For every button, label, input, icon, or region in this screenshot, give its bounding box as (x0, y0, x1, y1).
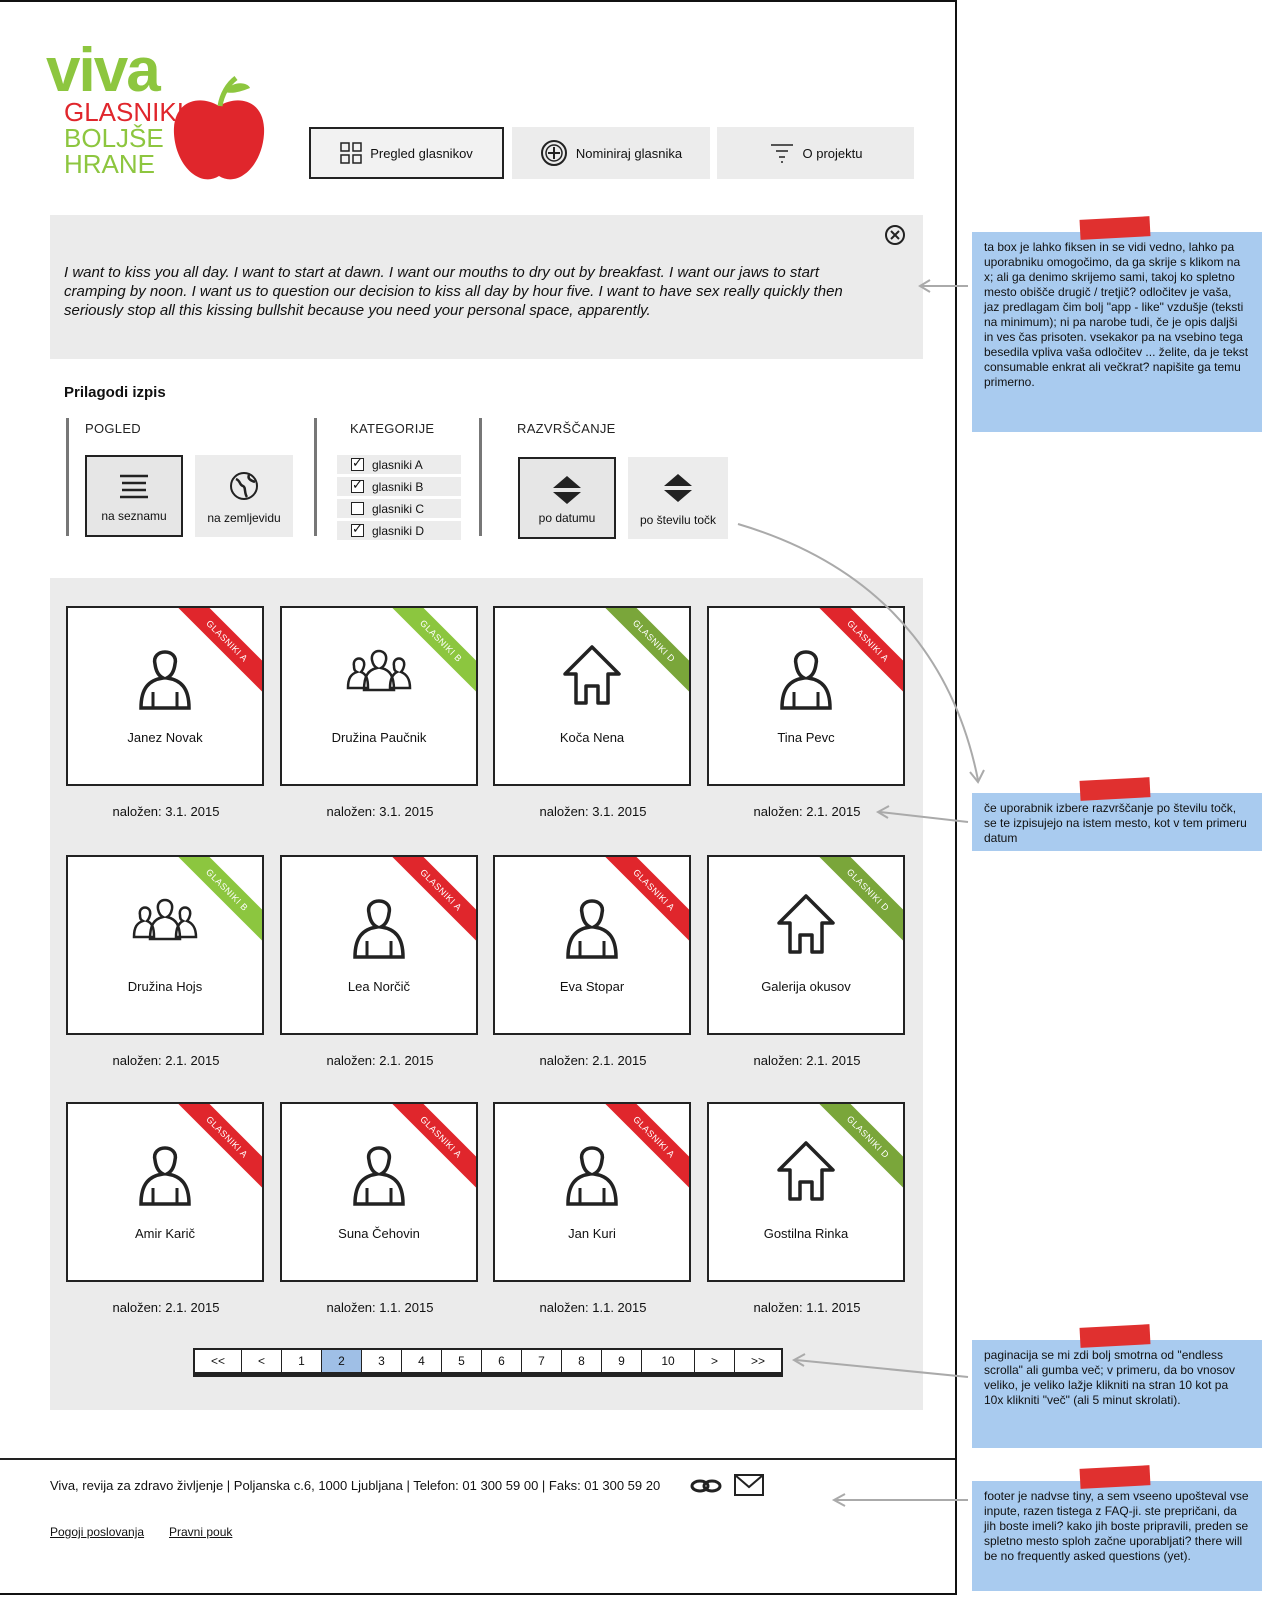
annotation-arrows (737, 279, 985, 1507)
